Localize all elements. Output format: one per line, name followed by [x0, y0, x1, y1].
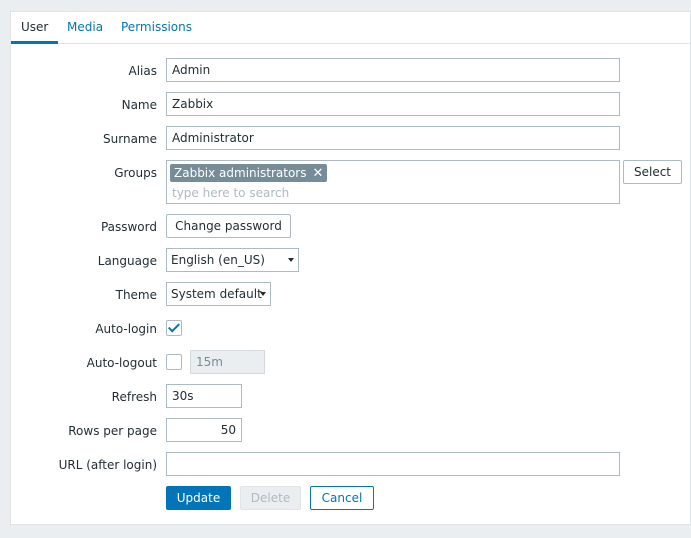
rows-per-page-input[interactable]: [166, 418, 242, 442]
refresh-label: Refresh: [111, 390, 157, 404]
checkmark-icon: [167, 320, 181, 333]
delete-button: Delete: [240, 486, 301, 510]
surname-input[interactable]: [166, 126, 620, 150]
name-input[interactable]: [166, 92, 620, 116]
alias-input[interactable]: [166, 58, 620, 82]
tab-media[interactable]: Media: [57, 12, 113, 44]
chevron-down-icon: [260, 292, 266, 296]
refresh-input[interactable]: [166, 384, 242, 408]
language-value: English (en_US): [171, 253, 265, 267]
group-chip: Zabbix administrators ✕: [170, 164, 328, 183]
url-label: URL (after login): [58, 458, 157, 472]
groups-select-button[interactable]: Select: [623, 160, 682, 184]
rows-per-page-label: Rows per page: [68, 424, 157, 438]
language-label: Language: [97, 254, 157, 268]
autologin-checkbox[interactable]: [166, 320, 182, 336]
change-password-button[interactable]: Change password: [166, 214, 291, 238]
groups-search-input[interactable]: [172, 184, 612, 202]
alias-label: Alias: [128, 64, 157, 78]
autologin-label: Auto-login: [95, 322, 157, 336]
language-select[interactable]: English (en_US): [166, 248, 299, 272]
theme-label: Theme: [115, 288, 157, 302]
tab-bar: User Media Permissions: [11, 12, 690, 44]
groups-multiselect[interactable]: Zabbix administrators ✕: [166, 160, 620, 204]
surname-label: Surname: [103, 132, 157, 146]
update-button[interactable]: Update: [166, 486, 231, 510]
autologout-checkbox[interactable]: [166, 354, 182, 370]
tab-user[interactable]: User: [11, 12, 59, 44]
autologout-label: Auto-logout: [86, 356, 157, 370]
theme-select[interactable]: System default: [166, 282, 271, 306]
tab-permissions[interactable]: Permissions: [111, 12, 202, 44]
password-label: Password: [100, 220, 157, 234]
user-form-panel: User Media Permissions Alias Name Surnam…: [10, 11, 691, 525]
name-label: Name: [121, 98, 157, 112]
chevron-down-icon: [288, 258, 294, 262]
group-chip-label: Zabbix administrators: [174, 166, 307, 180]
theme-value: System default: [171, 287, 262, 301]
cancel-button[interactable]: Cancel: [310, 486, 374, 510]
groups-label: Groups: [114, 166, 157, 180]
remove-group-icon[interactable]: ✕: [312, 165, 323, 183]
url-input[interactable]: [166, 452, 620, 476]
autologout-input: [190, 350, 265, 374]
